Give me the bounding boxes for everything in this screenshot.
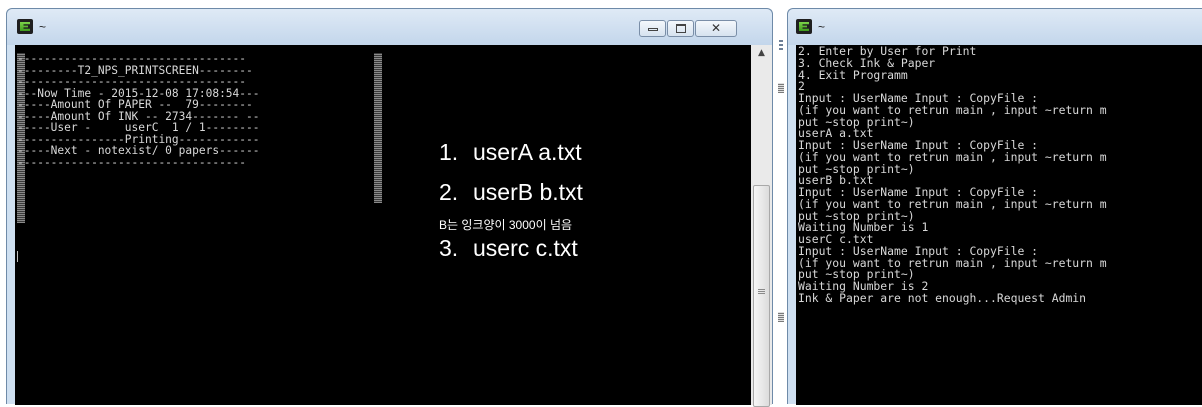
window-splitter-handle[interactable] [777, 40, 785, 330]
print-box-right-border [374, 53, 382, 203]
text-cursor [17, 251, 18, 262]
close-button[interactable]: ✕ [695, 20, 737, 37]
annotation-item-2: 2. userB b.txt [439, 179, 583, 206]
console-output: 2. Enter by User for Print 3. Check Ink … [796, 45, 1202, 305]
close-icon: ✕ [710, 21, 722, 35]
right-window-title: ~ [818, 20, 826, 34]
left-console-area[interactable]: ---------------------------------- -----… [15, 45, 751, 405]
print-screen-box: ---------------------------------- -----… [17, 53, 384, 168]
right-console-area[interactable]: 2. Enter by User for Print 3. Check Ink … [796, 45, 1202, 405]
right-terminal-window: ~ 2. Enter by User for Print 3. Check In… [787, 8, 1202, 405]
grip-dots-icon [779, 40, 783, 50]
annotation-note: B는 잉크양이 3000이 넘음 [439, 218, 573, 232]
left-window-title: ~ [39, 20, 47, 34]
right-titlebar[interactable]: ~ [788, 9, 1202, 45]
left-titlebar[interactable]: ~ ✕ [7, 9, 772, 45]
terminal-app-icon [17, 19, 33, 34]
left-terminal-window: ~ ✕ ---------------------------------- -… [6, 8, 773, 407]
annotation-item-1: 1. userA a.txt [439, 139, 582, 166]
maximize-button[interactable] [667, 20, 694, 37]
annotation-text: userc c.txt [473, 235, 578, 261]
minimize-button[interactable] [639, 20, 666, 37]
grip-bar-icon [778, 312, 784, 322]
annotation-item-3: 3. userc c.txt [439, 235, 578, 262]
console-line: ---------------------------------- [17, 155, 247, 169]
console-line: 4. Exit Programm [798, 67, 908, 82]
annotation-number: 1. [439, 139, 459, 165]
annotation-text: userB b.txt [473, 179, 583, 205]
annotation-number: 2. [439, 179, 459, 205]
console-line: Ink & Paper are not enough...Request Adm… [798, 290, 1087, 305]
scrollbar-thumb[interactable] [753, 185, 770, 407]
annotation-text: userA a.txt [473, 139, 582, 165]
left-vertical-scrollbar[interactable]: ▲ [751, 45, 772, 407]
annotation-number: 3. [439, 235, 459, 261]
minimize-icon [648, 28, 658, 31]
scroll-up-arrow-icon[interactable]: ▲ [751, 45, 772, 62]
grip-bar-icon [778, 83, 784, 93]
terminal-app-icon [796, 19, 812, 34]
scrollbar-grip-icon [758, 288, 765, 294]
maximize-icon [676, 24, 686, 33]
